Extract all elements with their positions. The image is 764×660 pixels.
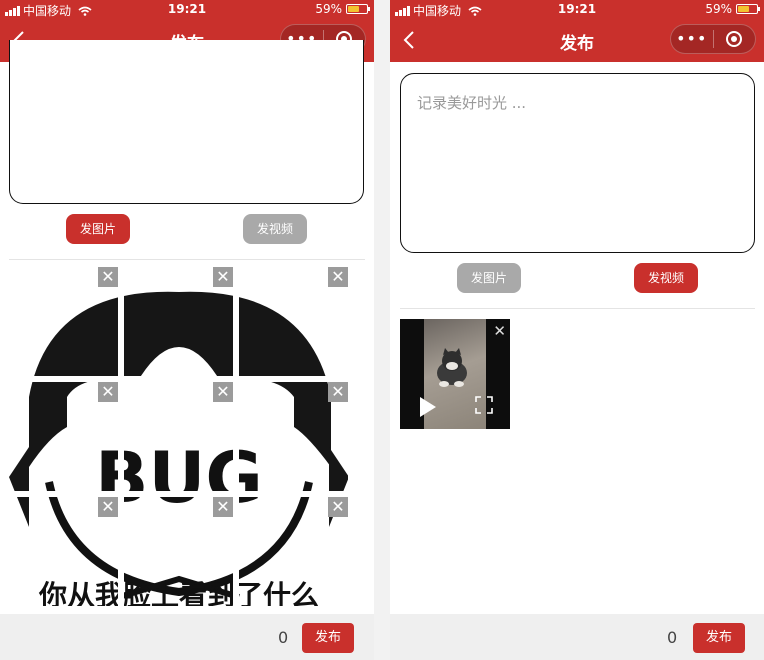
post-image-button[interactable]: 发图片 [66,214,130,244]
grid-image-4[interactable]: BUG你从我脸上看到了什么✕ [9,382,118,491]
grid-image-8[interactable]: BUG你从我脸上看到了什么✕ [124,497,233,606]
bottom-bar: 0 发布 [390,614,764,660]
screen-separator [374,0,390,660]
meme-caption-text: 你从我脸上看到了什么 [124,579,233,606]
more-icon[interactable]: ••• [671,24,713,54]
post-text-placeholder: 记录美好时光 ... [417,94,527,112]
phone-right-screen: 中国移动 19:21 59% 发布 ••• 记录美好时光 ... 发图片 发视频 [390,0,764,660]
publish-button[interactable]: 发布 [302,623,354,653]
remove-image-icon[interactable]: ✕ [213,267,233,287]
post-text-input[interactable] [9,40,364,204]
char-count: 0 [278,628,289,647]
kitten-thumbnail [437,348,467,387]
grid-image-6[interactable]: BUG你从我脸上看到了什么✕ [239,382,348,491]
status-bar: 中国移动 19:21 59% [390,0,764,18]
section-divider [9,259,365,260]
remove-image-icon[interactable]: ✕ [213,382,233,402]
remove-image-icon[interactable]: ✕ [328,497,348,517]
meme-caption-text: 你从我脸上看到了什么 [38,579,118,606]
meme-bug-text: BUG [124,437,233,491]
remove-image-icon[interactable]: ✕ [98,267,118,287]
navigation-bar: 发布 ••• [390,18,764,62]
video-preview[interactable]: ✕ [400,319,510,429]
status-bar: 中国移动 19:21 59% [0,0,374,18]
grid-image-5[interactable]: BUG你从我脸上看到了什么✕ [124,382,233,491]
play-icon[interactable] [420,397,436,417]
battery-icon [346,4,370,14]
post-video-button[interactable]: 发视频 [634,263,698,293]
phone-left-screen: 中国移动 19:21 59% 发布 ••• 发图片 发视频 BUG你从我脸上看到… [0,0,374,660]
battery-icon [736,4,760,14]
meme-bug-text: BUG [239,497,263,519]
remove-image-icon[interactable]: ✕ [98,382,118,402]
post-text-input[interactable]: 记录美好时光 ... [400,73,755,253]
remove-image-icon[interactable]: ✕ [213,497,233,517]
bottom-bar: 0 发布 [0,614,374,660]
grid-image-9[interactable]: BUG 你从我脸上看到了什么 ✕ [239,497,348,606]
grid-image-1[interactable]: BUG你从我脸上看到了什么✕ [9,267,118,376]
meme-bug-text: BUG [95,437,118,491]
grid-image-3[interactable]: BUG你从我脸上看到了什么✕ [239,267,348,376]
fullscreen-icon[interactable] [475,396,493,414]
publish-button[interactable]: 发布 [693,623,745,653]
meme-bug-text: BUG [239,437,263,491]
post-video-button[interactable]: 发视频 [243,214,307,244]
section-divider [400,308,755,309]
meme-caption-text: 你从我脸上看到了什么 [239,579,319,606]
grid-image-7[interactable]: BUG你从我脸上看到了什么✕ [9,497,118,606]
mini-program-capsule: ••• [670,24,756,54]
battery-percent: 59% [705,2,732,16]
image-grid: BUG 你从我脸上看到了什么 ✕ BUG 你从我脸上看到了什么 ✕ BUG 你从我脸上看到了什… [9,267,349,613]
remove-image-icon[interactable]: ✕ [328,382,348,402]
close-circle-icon[interactable] [714,24,756,54]
char-count: 0 [667,628,678,647]
remove-image-icon[interactable]: ✕ [98,497,118,517]
grid-image-2[interactable]: BUG你从我脸上看到了什么✕ [124,267,233,376]
battery-percent: 59% [315,2,342,16]
remove-image-icon[interactable]: ✕ [328,267,348,287]
post-image-button[interactable]: 发图片 [457,263,521,293]
remove-video-icon[interactable]: ✕ [493,322,506,340]
